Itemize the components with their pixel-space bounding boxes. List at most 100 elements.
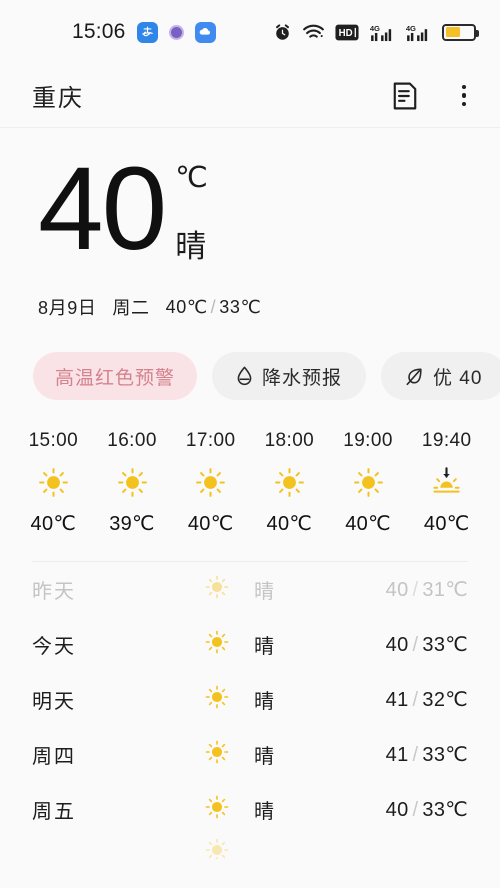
weather-app-screen: 15:06 HD 4G 4G 重庆 40 ℃ 晴 8月9日 周二 40℃ / 3… (0, 0, 500, 888)
sunny-icon (204, 684, 230, 716)
today-low: 33℃ (219, 296, 262, 317)
sunny-icon (204, 739, 230, 771)
hourly-time: 16:00 (107, 430, 157, 451)
svg-text:4G: 4G (406, 24, 416, 33)
hourly-temp: 40℃ (187, 513, 234, 535)
sunny-icon (273, 465, 306, 499)
city-name[interactable]: 重庆 (32, 78, 84, 113)
status-bar: 15:06 HD 4G 4G (0, 0, 500, 64)
report-icon[interactable] (392, 82, 418, 110)
daily-slash: / (412, 579, 419, 601)
daily-row-thursday[interactable]: 周四 晴 41/33℃ (32, 727, 468, 782)
daily-row-partial-next[interactable] (32, 837, 468, 859)
hourly-time: 18:00 (264, 430, 315, 451)
daily-condition-text: 晴 (254, 746, 276, 768)
battery-icon (442, 23, 479, 41)
status-clock: 15:06 (72, 20, 126, 43)
sunny-icon (204, 837, 230, 859)
hourly-time: 19:00 (343, 430, 393, 451)
sunny-icon (37, 465, 70, 499)
daily-slash: / (412, 744, 419, 766)
chip-precipitation-label: 降水预报 (262, 367, 343, 389)
sunny-icon (204, 794, 230, 826)
daily-condition-group (182, 837, 468, 859)
daily-day-label: 明天 (32, 691, 76, 713)
daily-row-today[interactable]: 今天 晴 40/33℃ (32, 617, 468, 672)
today-range: 40℃/33℃ (166, 297, 262, 318)
app-bar: 重庆 (0, 64, 500, 128)
daily-condition-group: 晴 (182, 794, 386, 826)
svg-text:HD: HD (339, 28, 353, 39)
hourly-time: 15:00 (28, 430, 79, 451)
chip-heat-warning-label: 高温红色预警 (55, 367, 176, 389)
droplet-icon (237, 366, 252, 386)
daily-slash: / (412, 689, 419, 711)
hourly-time: 17:00 (185, 430, 236, 451)
hourly-temp: 40℃ (30, 513, 77, 535)
hourly-item[interactable]: 17:00 40℃ (171, 430, 250, 536)
current-date: 8月9日 (38, 298, 97, 318)
daily-temp-range: 40/31℃ (386, 577, 468, 602)
hourly-item[interactable]: 15:00 40℃ (14, 430, 93, 536)
daily-condition-group: 晴 (182, 739, 386, 771)
daily-day-label: 周五 (32, 801, 76, 823)
daily-low: 33℃ (422, 634, 468, 656)
range-slash: / (210, 296, 217, 317)
daily-row-tomorrow[interactable]: 明天 晴 41/32℃ (32, 672, 468, 727)
info-chip-row: 高温红色预警 降水预报 优 40 (33, 352, 500, 400)
hourly-item[interactable]: 19:40 40℃ (407, 430, 486, 536)
daily-high: 40 (385, 634, 409, 656)
hourly-temp: 39℃ (109, 513, 155, 535)
daily-low: 33℃ (422, 799, 468, 821)
sunny-icon (352, 465, 385, 499)
hourly-time: 19:40 (421, 430, 472, 451)
hd-voice-icon: HD (335, 24, 359, 40)
daily-day-label: 昨天 (32, 581, 76, 603)
daily-slash: / (412, 799, 419, 821)
daily-day-label: 今天 (32, 636, 76, 658)
daily-day-label: 周四 (32, 746, 76, 768)
app-bar-actions (392, 82, 476, 110)
chip-heat-warning[interactable]: 高温红色预警 (33, 352, 198, 400)
hourly-item[interactable]: 16:00 39℃ (93, 430, 172, 536)
status-bar-right: HD 4G 4G (273, 23, 479, 42)
daily-temp-range: 41/32℃ (386, 687, 468, 712)
hourly-item[interactable]: 18:00 40℃ (250, 430, 329, 536)
sunny-icon (116, 465, 149, 499)
daily-slash: / (412, 634, 419, 656)
daily-condition-text: 晴 (254, 691, 276, 713)
daily-condition-group: 晴 (182, 629, 386, 661)
daily-high: 40 (385, 579, 409, 601)
current-unit-condition: ℃ 晴 (175, 150, 208, 266)
daily-high: 40 (385, 799, 409, 821)
chip-air-quality[interactable]: 优 40 (381, 352, 500, 400)
svg-text:4G: 4G (370, 24, 380, 33)
hourly-temp: 40℃ (423, 513, 470, 535)
daily-low: 31℃ (422, 579, 468, 601)
daily-temp-range: 40/33℃ (386, 797, 468, 822)
temperature-unit: ℃ (175, 162, 209, 194)
daily-condition-text: 晴 (254, 636, 276, 658)
daily-low: 32℃ (422, 689, 468, 711)
daily-temp-range: 40/33℃ (386, 632, 468, 657)
date-and-range: 8月9日 周二 40℃/33℃ (38, 294, 500, 320)
current-weekday: 周二 (112, 298, 150, 318)
current-temperature: 40 (38, 143, 167, 275)
chip-air-quality-label: 优 40 (433, 367, 483, 389)
daily-condition-group: 晴 (182, 684, 386, 716)
overflow-menu-icon[interactable] (452, 84, 476, 108)
hourly-temp: 40℃ (266, 513, 313, 535)
daily-high: 41 (385, 689, 409, 711)
hourly-item[interactable]: 19:00 40℃ (329, 430, 408, 536)
cloud-app-icon (194, 21, 216, 43)
signal-4g-icon-2: 4G (406, 24, 428, 41)
hourly-forecast[interactable]: 15:00 40℃ 16:00 39℃ 17:00 40℃ 18:00 40℃ … (0, 430, 500, 536)
sunset-icon (430, 465, 463, 499)
daily-low: 33℃ (422, 744, 468, 766)
status-bar-left: 15:06 (72, 20, 216, 44)
daily-row-friday[interactable]: 周五 晴 40/33℃ (32, 782, 468, 837)
daily-row-yesterday[interactable]: 昨天 晴 40/31℃ (32, 562, 468, 617)
purple-dot-icon (168, 24, 184, 40)
hourly-temp: 40℃ (345, 513, 391, 535)
chip-precipitation[interactable]: 降水预报 (212, 352, 367, 400)
